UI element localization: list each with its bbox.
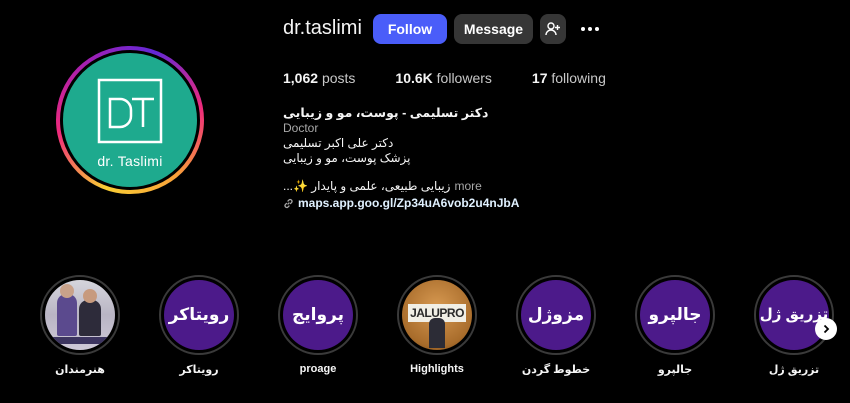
profile-bio: دکتر تسلیمی - پوست، مو و زیبایی Doctor د… [283,106,528,211]
highlight-cover: پروایج [283,280,353,350]
highlight-item[interactable]: مزوژل خطوط گردن [515,275,597,376]
posts-label: posts [321,70,356,86]
highlight-ring: مزوژل [516,275,596,355]
highlight-label: Highlights [410,363,464,375]
highlight-ring: جالپرو [635,275,715,355]
highlight-cover: مزوژل [521,280,591,350]
bio-tagline: زیبایی طبیعی، علمی و پایدار ✨... more [283,179,528,194]
profile-username: dr.taslimi [283,17,362,39]
highlight-cover: رویتاکر [164,280,234,350]
highlight-ring: JALUPRO [397,275,477,355]
highlight-cover: تزریق ژل [759,280,829,350]
message-button[interactable]: Message [454,14,533,44]
bio-line: پزشک پوست، مو و زیبایی [283,151,411,165]
highlight-ring: تزریق ژل [754,275,834,355]
following-label: following [551,70,606,86]
more-link[interactable]: more [454,179,481,194]
profile-avatar-ring[interactable]: dr. Taslimi [56,46,204,194]
bio-line: دکتر علی اکبر تسلیمی [283,136,394,150]
highlight-ring [40,275,120,355]
person-add-icon [545,22,560,36]
followers-stat[interactable]: 10.6K followers [395,70,492,86]
followers-label: followers [436,70,492,86]
highlight-item[interactable]: JALUPRO Highlights [396,275,478,375]
chevron-right-icon [823,324,830,334]
story-highlights: هنرمندان رویتاکر رویتاکر پروایج proage J… [0,275,850,385]
highlight-label: هنرمندان [55,364,105,376]
highlight-item[interactable]: پروایج proage [277,275,359,375]
highlight-cover-photo [45,280,115,350]
highlight-label: خطوط گردن [521,364,591,376]
follow-button[interactable]: Follow [373,14,447,44]
followers-count: 10.6K [395,70,433,86]
link-icon [284,198,293,209]
bio-link-text: maps.app.goo.gl/Zp34uA6vob2u4nJbA [298,196,520,210]
dt-logo-icon [97,78,163,144]
highlight-ring: رویتاکر [159,275,239,355]
highlight-cover: جالپرو [640,280,710,350]
avatar-gap: dr. Taslimi [60,50,200,190]
more-options-button[interactable] [575,14,605,44]
bio-tagline-text: زیبایی طبیعی، علمی و پایدار ✨... [283,179,451,193]
following-stat[interactable]: 17 following [532,70,606,86]
highlight-ring: پروایج [278,275,358,355]
highlight-item[interactable]: هنرمندان [39,275,121,376]
avatar[interactable]: dr. Taslimi [63,53,197,187]
highlight-label: تزریق ژل [768,364,820,376]
more-horizontal-icon [581,27,599,31]
posts-stat: 1,062 posts [283,70,355,86]
highlight-item[interactable]: جالپرو جالپرو [634,275,716,376]
highlights-next-button[interactable] [815,318,837,340]
bio-category: Doctor [283,121,319,135]
highlight-item[interactable]: رویتاکر رویتاکر [158,275,240,376]
highlight-label: proage [299,363,337,375]
highlight-label: جالپرو [657,364,693,376]
bio-title: دکتر تسلیمی - پوست، مو و زیبایی [283,106,489,120]
bio-link[interactable]: maps.app.goo.gl/Zp34uA6vob2u4nJbA [283,196,528,211]
highlight-label: رویتاکر [179,364,219,376]
posts-count: 1,062 [283,70,319,86]
avatar-name: dr. Taslimi [97,153,163,169]
following-count: 17 [531,70,548,86]
highlight-cover-photo: JALUPRO [402,280,472,350]
suggested-accounts-button[interactable] [540,14,566,44]
profile-stats: 1,062 posts 10.6K followers 17 following [283,70,646,86]
